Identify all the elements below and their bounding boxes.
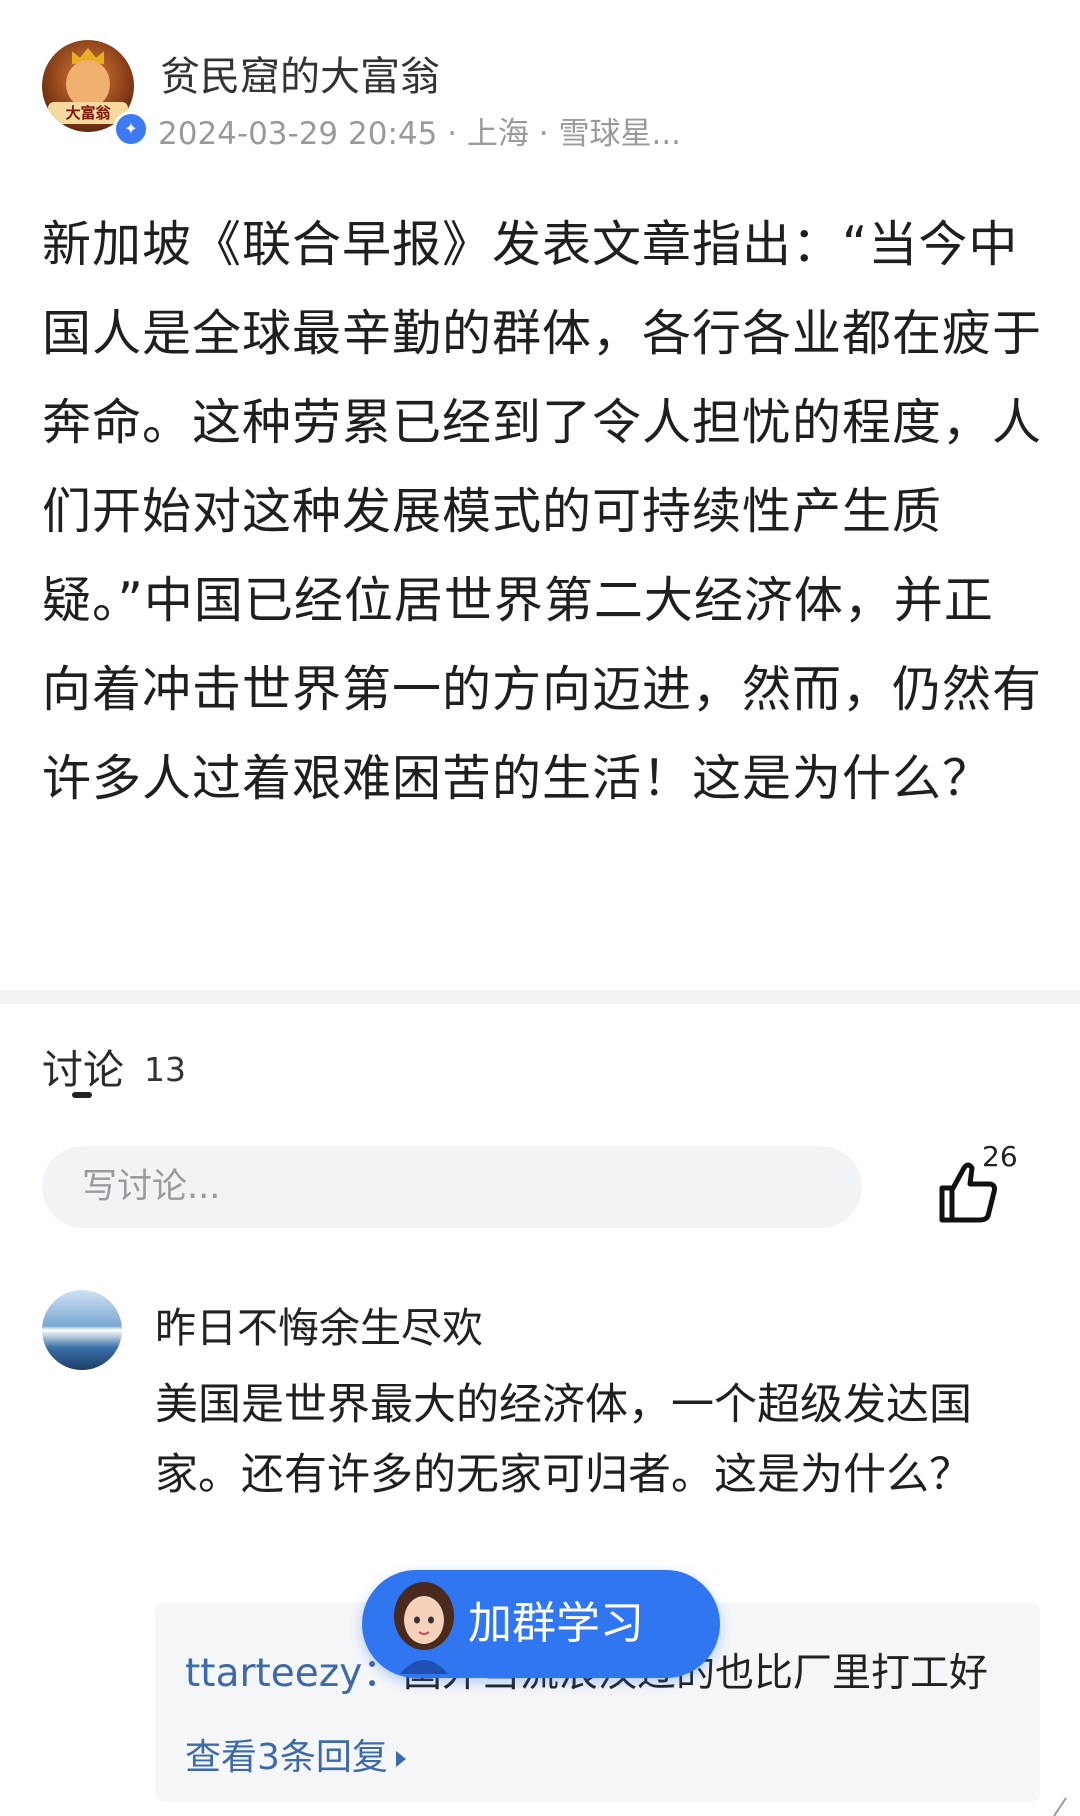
comment-input[interactable]: 写讨论... bbox=[42, 1146, 862, 1228]
author-name[interactable]: 贫民窟的大富翁 bbox=[160, 44, 440, 102]
commenter-name[interactable]: 昨日不悔余生尽欢 bbox=[155, 1294, 483, 1354]
discussion-count: 13 bbox=[144, 1050, 186, 1089]
comment-text: 美国是世界最大的经济体，一个超级发达国家。还有许多的无家可归者。这是为什么？ bbox=[155, 1380, 972, 1500]
post-header: 大富翁 ✦ 贫民窟的大富翁 2024-03-29 20:45 · 上海 · 雪球… bbox=[0, 0, 1080, 170]
post-meta: 2024-03-29 20:45 · 上海 · 雪球星... bbox=[158, 116, 682, 152]
avatar-face bbox=[66, 60, 110, 108]
section-divider bbox=[0, 990, 1080, 1004]
commenter-avatar[interactable] bbox=[42, 1290, 122, 1370]
view-replies-link[interactable]: 查看3条回复 bbox=[185, 1728, 406, 1780]
like-count: 26 bbox=[982, 1140, 1018, 1173]
verified-icon: ✦ bbox=[113, 111, 149, 147]
post-body: 新加坡《联合早报》发表文章指出：“当今中国人是全球最辛勤的群体，各行各业都在疲于… bbox=[42, 216, 1043, 807]
triangle-right-icon bbox=[395, 1751, 406, 1767]
tab-discussion[interactable]: 讨论 bbox=[42, 1036, 124, 1096]
join-group-button[interactable]: 加群学习 bbox=[362, 1570, 720, 1678]
join-group-label[interactable]: 加群学习 bbox=[468, 1570, 644, 1678]
assistant-avatar-icon bbox=[394, 1582, 454, 1674]
view-replies-label[interactable]: 查看3条回复 bbox=[185, 1737, 388, 1778]
scroll-indicator-icon bbox=[1053, 1797, 1067, 1816]
tab-underline bbox=[72, 1092, 92, 1098]
reply-author-name[interactable]: ttarteezy bbox=[185, 1651, 362, 1696]
